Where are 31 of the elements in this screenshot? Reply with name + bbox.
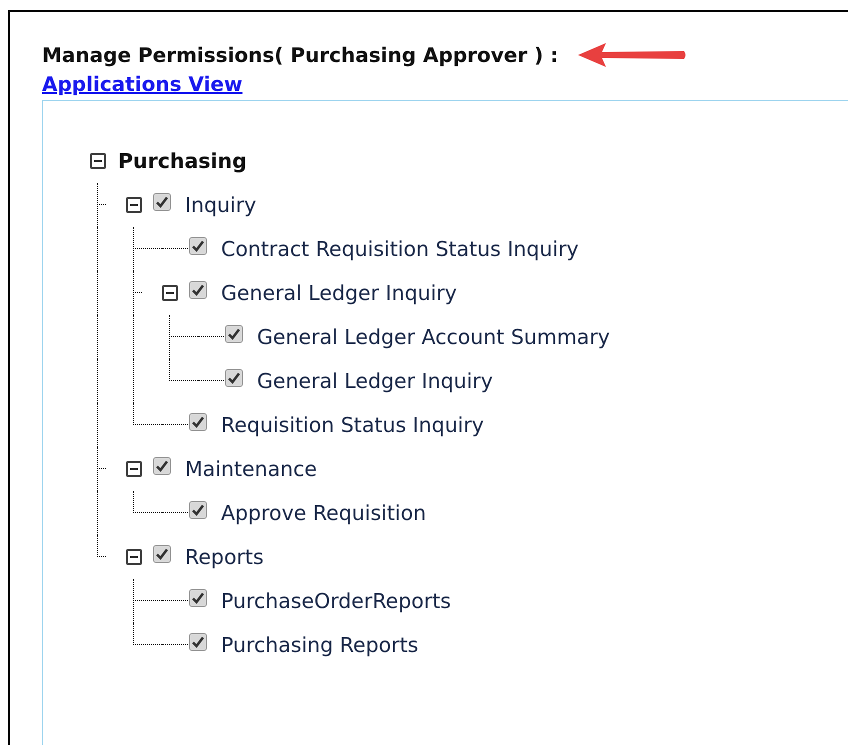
tree-item-label[interactable]: Inquiry — [185, 193, 256, 217]
tree-item-label[interactable]: PurchaseOrderReports — [221, 589, 451, 613]
tree-item-label[interactable]: General Ledger Account Summary — [257, 325, 610, 349]
tree-item-label[interactable]: Maintenance — [185, 457, 318, 481]
tree-item-label[interactable]: Requisition Status Inquiry — [221, 413, 484, 437]
collapse-toggle[interactable] — [162, 285, 178, 301]
tree-item-label[interactable]: Contract Requisition Status Inquiry — [221, 237, 579, 261]
arrow-icon — [576, 40, 688, 70]
tree-item-label[interactable]: Purchasing Reports — [221, 633, 418, 657]
checkbox[interactable] — [153, 457, 171, 475]
checkbox[interactable] — [153, 545, 171, 563]
collapse-toggle[interactable] — [126, 549, 142, 565]
tree-item-label[interactable]: Approve Requisition — [221, 501, 426, 525]
tree-item-label[interactable]: General Ledger Inquiry — [221, 281, 457, 305]
checkbox[interactable] — [189, 633, 207, 651]
checkbox[interactable] — [189, 589, 207, 607]
tree-item-label[interactable]: Reports — [185, 545, 264, 569]
collapse-toggle[interactable] — [126, 197, 142, 213]
collapse-toggle[interactable] — [90, 153, 106, 169]
checkbox[interactable] — [225, 369, 243, 387]
tree-item-label[interactable]: General Ledger Inquiry — [257, 369, 493, 393]
checkbox[interactable] — [189, 281, 207, 299]
applications-view-link[interactable]: Applications View — [42, 72, 242, 96]
collapse-toggle[interactable] — [126, 461, 142, 477]
checkbox[interactable] — [225, 325, 243, 343]
checkbox[interactable] — [189, 501, 207, 519]
checkbox[interactable] — [189, 237, 207, 255]
tree-item-label[interactable]: Purchasing — [118, 149, 247, 173]
page-title: Manage Permissions( Purchasing Approver ) : — [42, 43, 558, 67]
checkbox[interactable] — [189, 413, 207, 431]
checkbox[interactable] — [153, 193, 171, 211]
